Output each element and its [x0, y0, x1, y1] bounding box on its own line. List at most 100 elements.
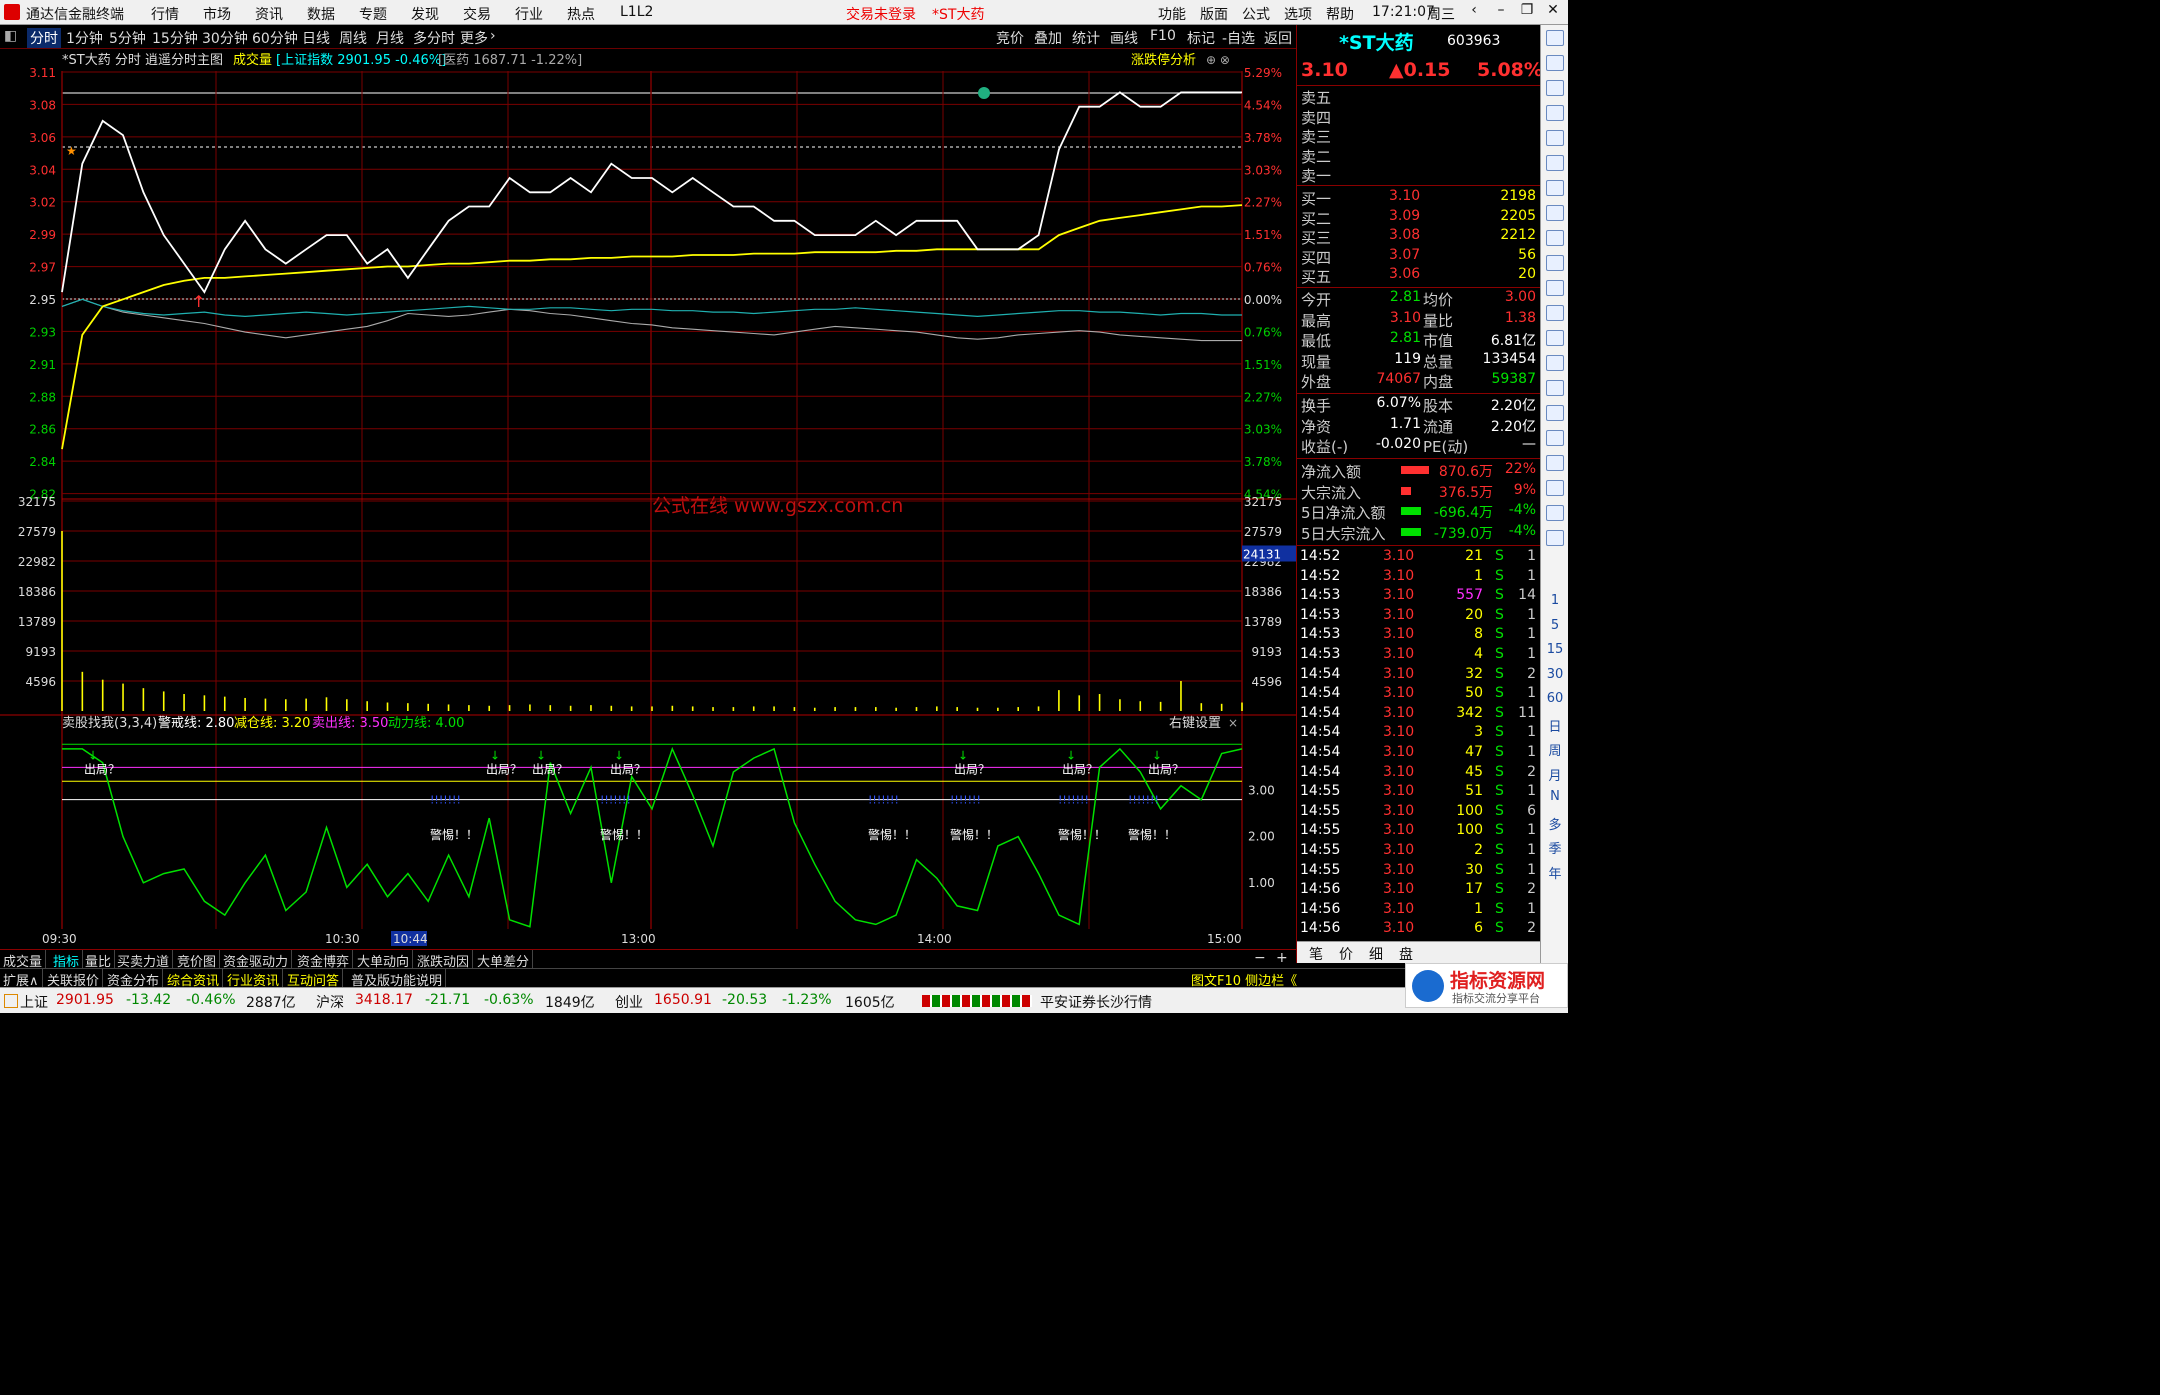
indicator-tab[interactable]: 竞价图 [174, 950, 221, 970]
btn-f10[interactable]: F10 [1150, 28, 1176, 44]
intraday-chart-svg[interactable]: *ST大药 分时 逍遥分时主图 成交量 [上证指数 2901.95 -0.46%][… [0, 49, 1296, 949]
period-shortcut[interactable]: 周 [1545, 740, 1565, 759]
chevron-right-icon[interactable]: › [490, 28, 496, 44]
tab-pan[interactable]: 盘 [1399, 944, 1413, 964]
f10-icon[interactable] [1546, 205, 1564, 221]
indicator-tab[interactable]: 买卖力道 [114, 950, 174, 970]
tab-more[interactable]: 更多 [460, 28, 488, 48]
indicator-tab[interactable]: 涨跌动因 [414, 950, 474, 970]
indicator-tab[interactable]: 资金博弈 [294, 950, 354, 970]
cy-name[interactable]: 创业 [615, 992, 643, 1012]
chart-icon[interactable] [1546, 130, 1564, 146]
period-shortcut[interactable]: 月 [1545, 765, 1565, 784]
status-icon[interactable] [4, 994, 18, 1008]
tab-xi[interactable]: 细 [1369, 944, 1383, 964]
tab-multi[interactable]: 多分时 [413, 28, 455, 48]
menu-hangqing[interactable]: 行情 [151, 4, 179, 24]
indicator-tab[interactable]: 成交量 [0, 950, 47, 970]
chart-area[interactable]: *ST大药 分时 逍遥分时主图 成交量 [上证指数 2901.95 -0.46%][… [0, 49, 1296, 949]
indicator-close-icon[interactable]: × [1228, 716, 1238, 730]
percent-icon[interactable] [1546, 430, 1564, 446]
tab-60min[interactable]: 60分钟 [252, 28, 298, 48]
expand-icon[interactable]: ⊕ ⊗ [1206, 53, 1230, 67]
menu-hangye[interactable]: 行业 [515, 4, 543, 24]
tab-weekly[interactable]: 周线 [339, 28, 367, 48]
info-tab[interactable]: 互动问答 [284, 969, 344, 989]
menu-bangzhu[interactable]: 帮助 [1326, 4, 1354, 24]
plus-icon[interactable]: + [1276, 950, 1288, 966]
grid-icon[interactable] [1546, 105, 1564, 121]
indicator-settings-button[interactable]: 右键设置 [1169, 716, 1221, 731]
f5-icon[interactable] [1546, 480, 1564, 496]
menu-jiaoyi[interactable]: 交易 [463, 4, 491, 24]
period-shortcut[interactable]: 30 [1545, 667, 1565, 682]
up-arrow-icon[interactable] [1546, 30, 1564, 46]
menu-zhuanti[interactable]: 专题 [359, 4, 387, 24]
menu-faxian[interactable]: 发现 [411, 4, 439, 24]
btn-biaoji[interactable]: 标记 [1187, 28, 1215, 48]
period-shortcut[interactable]: 1 [1545, 593, 1565, 608]
back-arrow-icon[interactable]: ‹ [1463, 2, 1485, 22]
period-shortcut[interactable]: 多 [1545, 814, 1565, 833]
bar-chart-icon[interactable] [1546, 305, 1564, 321]
down-arrow-icon[interactable] [1546, 530, 1564, 546]
period-shortcut[interactable]: 日 [1545, 716, 1565, 735]
menu-xuanxiang[interactable]: 选项 [1284, 4, 1312, 24]
period-shortcut[interactable]: 年 [1545, 863, 1565, 882]
tab-daily[interactable]: 日线 [302, 28, 330, 48]
tab-monthly[interactable]: 月线 [376, 28, 404, 48]
period-shortcut[interactable]: 季 [1545, 838, 1565, 857]
indicator-tab[interactable]: 量比 [82, 950, 116, 970]
sz-name[interactable]: 沪深 [316, 992, 344, 1012]
info-tab[interactable]: 综合资讯 [164, 969, 224, 989]
line-icon[interactable] [1546, 355, 1564, 371]
info-tab[interactable]: 行业资讯 [224, 969, 284, 989]
panel-toggle-icon[interactable]: ◧ [4, 28, 17, 44]
restore-icon[interactable]: ❐ [1516, 2, 1538, 22]
circle-icon[interactable] [1546, 330, 1564, 346]
news-icon[interactable] [1546, 255, 1564, 271]
info-tab[interactable]: 扩展∧ [0, 969, 43, 989]
tab-1min[interactable]: 1分钟 [66, 28, 103, 48]
area-icon[interactable] [1546, 380, 1564, 396]
login-status[interactable]: 交易未登录 [846, 4, 916, 24]
refresh-icon[interactable] [1546, 505, 1564, 521]
pie-icon[interactable] [1546, 405, 1564, 421]
btn-tongji[interactable]: 统计 [1072, 28, 1100, 48]
menu-shichang[interactable]: 市场 [203, 4, 231, 24]
candle-icon[interactable] [1546, 155, 1564, 171]
period-shortcut[interactable]: 60 [1545, 691, 1565, 706]
home-icon[interactable] [1546, 55, 1564, 71]
indicator-tab[interactable]: 指标 [50, 950, 84, 970]
menu-shuju[interactable]: 数据 [307, 4, 335, 24]
menu-l1l2[interactable]: L1L2 [620, 4, 653, 20]
book-icon[interactable] [1546, 230, 1564, 246]
period-shortcut[interactable]: 15 [1545, 642, 1565, 657]
indicator-tab[interactable]: 大单动向 [354, 950, 414, 970]
period-shortcut[interactable]: 5 [1545, 618, 1565, 633]
period-shortcut[interactable]: N [1545, 789, 1565, 804]
menu-zixun[interactable]: 资讯 [255, 4, 283, 24]
list-icon[interactable] [1546, 80, 1564, 96]
table-icon[interactable] [1546, 180, 1564, 196]
pen-icon[interactable] [1546, 455, 1564, 471]
menu-redian[interactable]: 热点 [567, 4, 595, 24]
btn-huaxian[interactable]: 画线 [1110, 28, 1138, 48]
current-stock-tab[interactable]: *ST大药 [932, 4, 984, 24]
info-tab[interactable]: 普及版功能说明 [348, 969, 447, 989]
menu-gongshi[interactable]: 公式 [1242, 4, 1270, 24]
indicator-tab[interactable]: 资金驱动力 [220, 950, 293, 970]
tab-30min[interactable]: 30分钟 [202, 28, 248, 48]
btn-diejia[interactable]: 叠加 [1034, 28, 1062, 48]
btn-zixuan[interactable]: -自选 [1222, 28, 1255, 48]
menu-banmian[interactable]: 版面 [1200, 4, 1228, 24]
btn-jingjia[interactable]: 竞价 [996, 28, 1024, 48]
tab-jia[interactable]: 价 [1339, 944, 1353, 964]
indicator-tab[interactable]: 大单差分 [474, 950, 534, 970]
info-tab[interactable]: 关联报价 [44, 969, 104, 989]
minus-icon[interactable]: − [1254, 950, 1266, 966]
tab-5min[interactable]: 5分钟 [109, 28, 146, 48]
close-icon[interactable]: ✕ [1542, 2, 1564, 22]
fund-icon[interactable] [1546, 280, 1564, 296]
btn-fanhui[interactable]: 返回 [1264, 28, 1292, 48]
